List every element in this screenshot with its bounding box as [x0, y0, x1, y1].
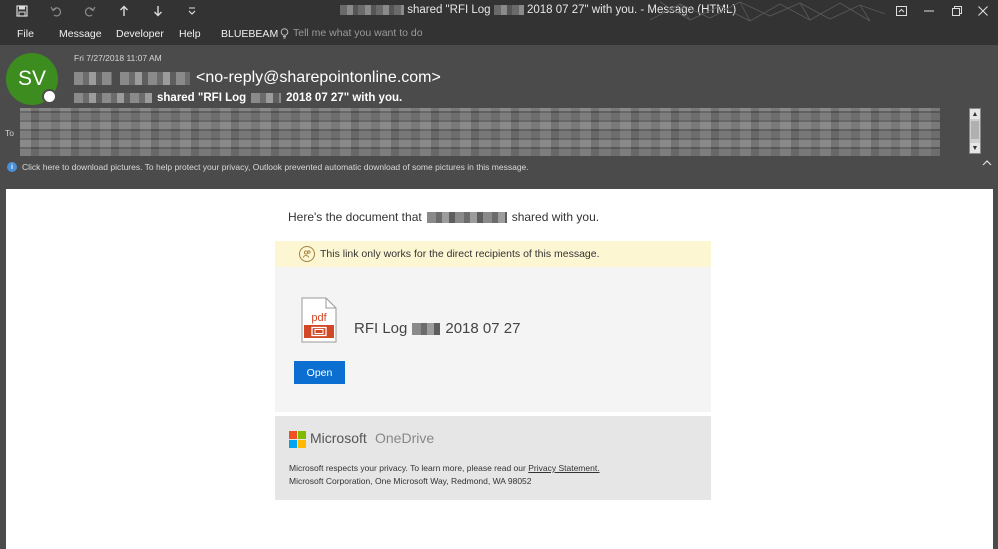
tell-me-placeholder: Tell me what you want to do: [293, 27, 423, 39]
pdf-file-icon: pdf: [301, 297, 337, 343]
title-bar: shared "RFI Log 2018 07 27" with you. - …: [0, 0, 998, 22]
privacy-text: Microsoft respects your privacy. To lear…: [289, 463, 526, 473]
redo-icon[interactable]: [80, 0, 100, 22]
sent-date: Fri 7/27/2018 11:07 AM: [74, 53, 162, 63]
redacted-sharer-name: [426, 211, 507, 223]
avatar-initials: SV: [17, 67, 46, 90]
subject-suffix: 2018 07 27" with you.: [286, 92, 403, 104]
presence-status-icon: [42, 89, 57, 104]
lightbulb-icon: [280, 27, 289, 38]
brand-microsoft: Microsoft: [310, 430, 367, 446]
infobar-text: Click here to download pictures. To help…: [22, 162, 529, 172]
redacted-subject-name: [74, 93, 152, 103]
share-intro-suffix: shared with you.: [511, 210, 600, 224]
warning-text: This link only works for the direct reci…: [320, 248, 600, 260]
ribbon-display-options-icon[interactable]: [886, 0, 916, 22]
recipients-list[interactable]: [20, 108, 940, 156]
window-title-prefix: shared "RFI Log: [407, 4, 491, 16]
redacted-subject-project: [251, 93, 282, 103]
customize-toolbar-icon[interactable]: [182, 0, 202, 22]
previous-item-icon[interactable]: [114, 0, 134, 22]
save-icon[interactable]: [12, 0, 32, 22]
doc-name-suffix: 2018 07 27: [445, 320, 521, 337]
open-button[interactable]: Open: [294, 361, 345, 384]
redacted-doc-project: [412, 322, 441, 335]
tab-bluebeam[interactable]: BLUEBEAM: [221, 28, 278, 40]
to-label: To: [5, 128, 14, 138]
scroll-thumb[interactable]: [971, 121, 979, 139]
redacted-sender-first: [74, 71, 112, 85]
doc-name-prefix: RFI Log: [354, 320, 408, 337]
privacy-notice: Microsoft respects your privacy. To lear…: [289, 463, 600, 473]
microsoft-logo-icon: [289, 431, 306, 448]
tell-me-search[interactable]: Tell me what you want to do: [280, 27, 423, 39]
subject: shared "RFI Log 2018 07 27" with you.: [74, 91, 402, 105]
brand-onedrive: OneDrive: [375, 430, 435, 446]
email-footer: [275, 416, 711, 500]
tab-message[interactable]: Message: [59, 28, 102, 40]
redacted-sender-name: [340, 4, 404, 15]
tab-help[interactable]: Help: [179, 28, 201, 40]
share-intro-prefix: Here's the document that: [288, 210, 422, 224]
scroll-up-icon[interactable]: ▲: [970, 109, 980, 119]
recipient-warning: This link only works for the direct reci…: [275, 241, 711, 267]
sender[interactable]: <no-reply@sharepointonline.com>: [74, 67, 441, 89]
scroll-down-icon[interactable]: ▼: [970, 143, 980, 153]
ribbon-tabs: File Message Developer Help BLUEBEAM Tel…: [0, 22, 998, 45]
download-pictures-infobar[interactable]: i Click here to download pictures. To he…: [0, 156, 998, 178]
message-header: SV Fri 7/27/2018 11:07 AM <no-reply@shar…: [0, 45, 998, 180]
subject-prefix: shared "RFI Log: [157, 92, 247, 104]
redacted-project-name: [493, 4, 524, 15]
tab-developer[interactable]: Developer: [116, 28, 164, 40]
info-icon: i: [7, 162, 17, 172]
title-bar-decoration: [640, 0, 890, 22]
company-address: Microsoft Corporation, One Microsoft Way…: [289, 476, 532, 486]
share-intro: Here's the document that shared with you…: [288, 210, 599, 224]
window-title-middle: 2018 07 27" with you.: [526, 4, 638, 16]
recipients-scrollbar[interactable]: ▲ ▼: [969, 108, 981, 154]
people-icon: [299, 246, 315, 262]
close-icon[interactable]: [968, 0, 998, 22]
undo-icon[interactable]: [46, 0, 66, 22]
minimize-icon[interactable]: [914, 0, 944, 22]
document-name[interactable]: RFI Log 2018 07 27: [354, 320, 520, 337]
pdf-label: pdf: [311, 312, 327, 324]
privacy-statement-link[interactable]: Privacy Statement.: [528, 463, 599, 473]
redacted-sender-last: [120, 71, 190, 85]
tab-file[interactable]: File: [17, 28, 34, 40]
collapse-header-icon[interactable]: [982, 158, 992, 169]
next-item-icon[interactable]: [148, 0, 168, 22]
sender-email: <no-reply@sharepointonline.com>: [196, 69, 441, 86]
document-card: [275, 267, 711, 412]
